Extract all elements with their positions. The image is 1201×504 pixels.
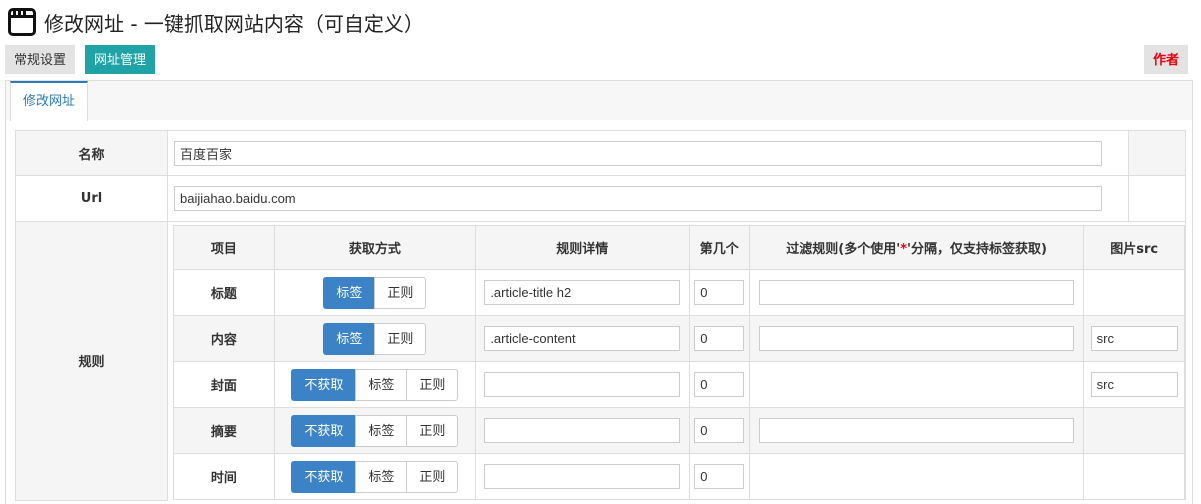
col-method: 获取方式 [273, 225, 477, 270]
method-toggle: 标签 正则 [323, 322, 427, 355]
content-panel: 名称 Url 规则 项目 [5, 120, 1193, 504]
rule-row-time: 时间 不获取 标签 正则 [173, 453, 1185, 500]
row-label: 内容 [173, 315, 275, 362]
rule-detail-input[interactable] [484, 464, 681, 489]
window-icon [8, 8, 36, 36]
nth-input[interactable] [694, 418, 745, 443]
author-button[interactable]: 作者 [1143, 45, 1188, 74]
rule-detail-input[interactable] [484, 372, 681, 397]
regex-option-button[interactable]: 正则 [374, 276, 427, 309]
tag-option-button[interactable]: 标签 [323, 276, 376, 309]
rules-label: 规则 [15, 221, 168, 501]
rule-detail-input[interactable] [484, 418, 681, 443]
none-option-button[interactable]: 不获取 [291, 414, 357, 447]
img-src-input[interactable] [1090, 372, 1178, 397]
url-management-button[interactable]: 网址管理 [85, 45, 156, 74]
tab-strip: 修改网址 [5, 80, 1193, 121]
rule-detail-input[interactable] [484, 280, 681, 305]
filter-input[interactable] [759, 418, 1075, 443]
tag-option-button[interactable]: 标签 [355, 460, 408, 493]
url-input[interactable] [174, 186, 1102, 211]
name-input[interactable] [174, 140, 1102, 166]
nth-input[interactable] [694, 326, 745, 351]
filter-input[interactable] [759, 280, 1075, 305]
col-img-src: 图片src [1083, 225, 1185, 270]
general-settings-button[interactable]: 常规设置 [5, 45, 76, 74]
row-label: 标题 [173, 269, 275, 316]
name-label: 名称 [15, 130, 168, 176]
filter-input[interactable] [759, 326, 1075, 351]
col-filter: 过滤规则(多个使用'*'分隔，仅支持标签获取) [748, 225, 1085, 270]
tag-option-button[interactable]: 标签 [323, 322, 376, 355]
tab-edit-url[interactable]: 修改网址 [10, 81, 89, 121]
page-title: 修改网址 - 一键抓取网站内容（可自定义） [44, 11, 424, 36]
nth-input[interactable] [694, 280, 745, 305]
title-bar: 修改网址 - 一键抓取网站内容（可自定义） [8, 6, 424, 38]
rules-table: 项目 获取方式 规则详情 第几个 过滤规则(多个使用'*'分隔，仅支持标签获取)… [173, 225, 1185, 500]
method-toggle: 标签 正则 [323, 276, 427, 309]
edit-form-table: 名称 Url 规则 项目 [15, 130, 1186, 501]
none-option-button[interactable]: 不获取 [291, 460, 357, 493]
url-label: Url [15, 175, 168, 222]
nth-input[interactable] [694, 372, 745, 397]
regex-option-button[interactable]: 正则 [374, 322, 427, 355]
rule-row-summary: 摘要 不获取 标签 正则 [173, 407, 1185, 454]
method-toggle: 不获取 标签 正则 [291, 460, 459, 493]
row-label: 封面 [173, 361, 275, 408]
rule-row-content: 内容 标签 正则 [173, 315, 1185, 362]
regex-option-button[interactable]: 正则 [406, 460, 459, 493]
col-item: 项目 [173, 225, 275, 270]
tag-option-button[interactable]: 标签 [355, 368, 408, 401]
img-src-input[interactable] [1090, 326, 1178, 351]
rule-row-cover: 封面 不获取 标签 正则 [173, 361, 1185, 408]
row-label: 时间 [173, 453, 275, 500]
col-nth: 第几个 [688, 225, 750, 270]
method-toggle: 不获取 标签 正则 [291, 414, 459, 447]
col-detail: 规则详情 [475, 225, 690, 270]
regex-option-button[interactable]: 正则 [406, 368, 459, 401]
tag-option-button[interactable]: 标签 [355, 414, 408, 447]
nth-input[interactable] [694, 464, 745, 489]
method-toggle: 不获取 标签 正则 [291, 368, 459, 401]
rule-row-title: 标题 标签 正则 [173, 269, 1185, 316]
rule-detail-input[interactable] [484, 326, 681, 351]
regex-option-button[interactable]: 正则 [406, 414, 459, 447]
row-label: 摘要 [173, 407, 275, 454]
none-option-button[interactable]: 不获取 [291, 368, 357, 401]
